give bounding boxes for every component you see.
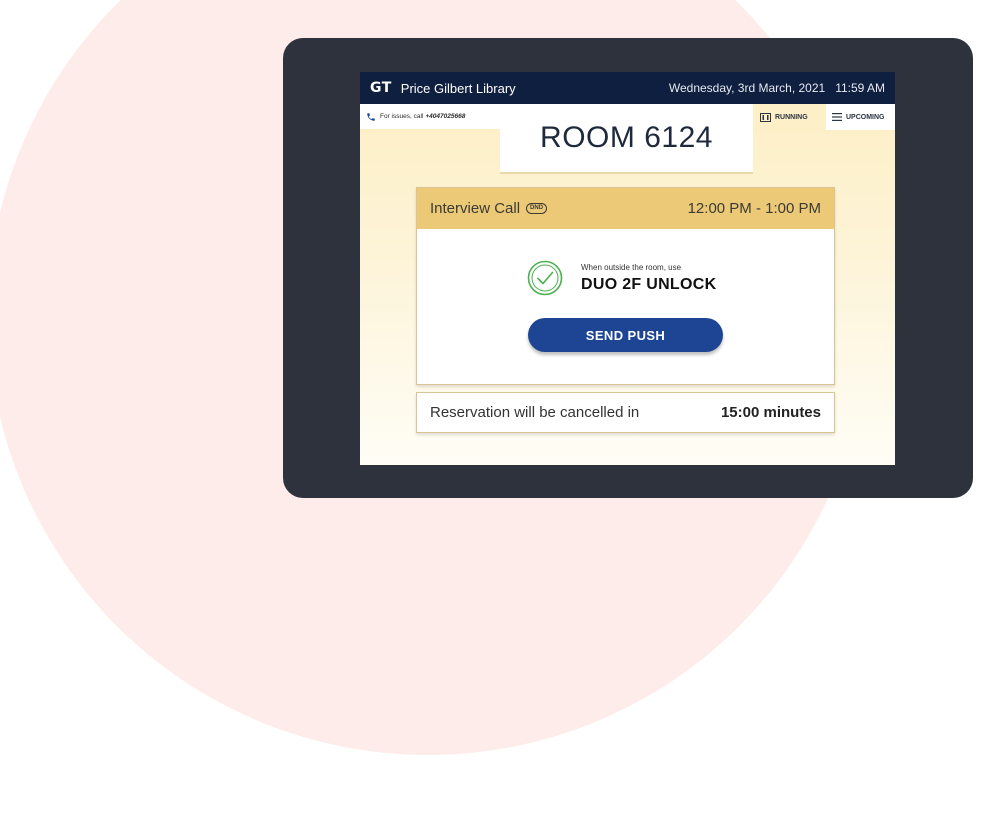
phone-icon (367, 112, 375, 121)
meeting-card: Interview Call DND 12:00 PM - 1:00 PM Wh… (416, 187, 835, 385)
cancellation-notice: Reservation will be cancelled in 15:00 m… (416, 392, 835, 433)
brand-logo: GT (370, 80, 392, 96)
date-text: Wednesday, 3rd March, 2021 (668, 81, 826, 95)
running-icon (760, 112, 771, 122)
unlock-method: DUO 2F UNLOCK (581, 275, 717, 293)
library-name: Price Gilbert Library (400, 80, 516, 96)
tab-upcoming-label: UPCOMING (846, 113, 885, 121)
meeting-title: Interview Call (430, 200, 521, 217)
top-bar: GT Price Gilbert Library Wednesday, 3rd … (360, 72, 895, 104)
room-title-box: ROOM 6124 (500, 104, 753, 174)
help-text: For issues, call (380, 113, 424, 120)
list-icon (832, 113, 842, 121)
check-circle-icon (527, 260, 563, 296)
tab-running[interactable]: RUNNING (760, 104, 824, 130)
help-phone-number: +4047025668 (425, 113, 466, 120)
unlock-hint: When outside the room, use (581, 262, 682, 272)
tab-running-label: RUNNING (775, 113, 808, 121)
cancellation-label: Reservation will be cancelled in (430, 404, 640, 421)
help-contact: For issues, call +4047025668 (360, 104, 500, 129)
meeting-time-range: 12:00 PM - 1:00 PM (687, 200, 821, 217)
unlock-instructions: When outside the room, use DUO 2F UNLOCK (527, 260, 716, 296)
cancellation-countdown: 15:00 minutes (720, 404, 821, 421)
dnd-badge: DND (526, 203, 548, 214)
meeting-header: Interview Call DND 12:00 PM - 1:00 PM (417, 188, 834, 229)
room-title: ROOM 6124 (540, 121, 713, 154)
send-push-button[interactable]: SEND PUSH (528, 318, 723, 352)
kiosk-screen: GT Price Gilbert Library Wednesday, 3rd … (360, 72, 895, 465)
tab-upcoming[interactable]: UPCOMING (826, 104, 895, 130)
unlock-text: When outside the room, use DUO 2F UNLOCK (581, 263, 716, 294)
time-text: 11:59 AM (835, 81, 885, 95)
